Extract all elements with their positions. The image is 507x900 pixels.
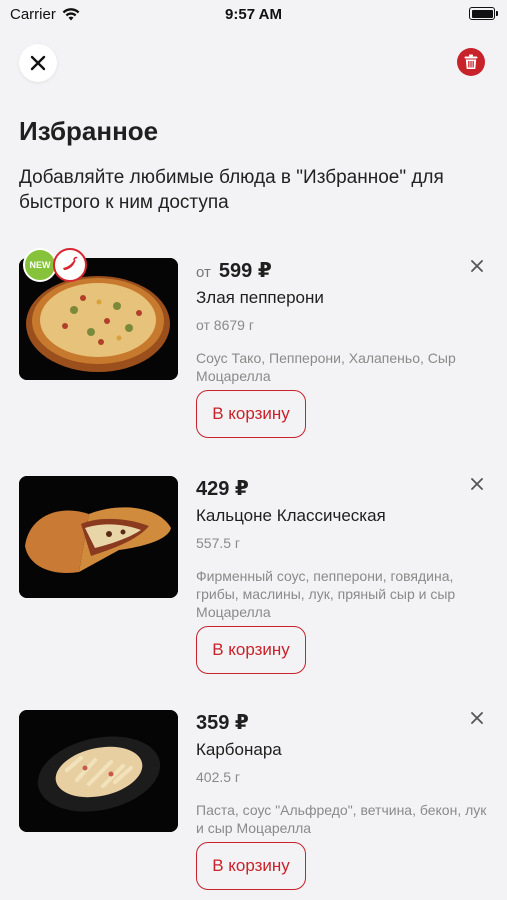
page-subtitle: Добавляйте любимые блюда в "Избранное" д… — [19, 167, 444, 213]
remove-favorite-button[interactable] — [465, 254, 489, 278]
calzone-illustration — [19, 476, 178, 598]
product-price: 359 ₽ — [196, 712, 249, 734]
remove-favorite-button[interactable] — [465, 706, 489, 730]
spicy-badge — [53, 248, 87, 282]
clear-favorites-button[interactable] — [457, 48, 485, 76]
favorite-item: 359 ₽ Карбонара 402.5 г Паста, соус "Аль… — [19, 710, 489, 900]
battery-icon — [469, 7, 498, 20]
product-price: 599 ₽ — [218, 260, 272, 282]
trash-icon — [464, 54, 478, 69]
add-to-cart-button[interactable]: В корзину — [196, 842, 306, 890]
product-weight: 557.5 г — [196, 535, 241, 551]
product-weight: от 8679 г — [196, 317, 254, 333]
status-time: 9:57 AM — [225, 6, 282, 23]
pasta-image[interactable] — [19, 710, 178, 832]
close-icon — [471, 478, 483, 490]
add-to-cart-button[interactable]: В корзину — [196, 626, 306, 674]
product-name[interactable]: Карбонара — [196, 740, 486, 760]
close-icon — [471, 260, 483, 272]
product-description: Соус Тако, Пепперони, Халапеньо, Сыр Моц… — [196, 350, 456, 384]
product-name[interactable]: Кальцоне Классическая — [196, 506, 486, 526]
chili-icon — [63, 256, 78, 270]
product-name[interactable]: Злая пепперони — [196, 288, 486, 308]
pasta-illustration — [19, 710, 178, 832]
product-price: 429 ₽ — [196, 478, 249, 500]
page-title: Избранное — [19, 116, 159, 146]
favorite-item: 429 ₽ Кальцоне Классическая 557.5 г Фирм… — [19, 476, 489, 696]
status-bar: Carrier 9:57 AM — [0, 0, 507, 30]
new-badge: NEW — [23, 248, 57, 282]
calzone-image[interactable] — [19, 476, 178, 598]
product-description: Фирменный соус, пепперони, говядина, гри… — [196, 568, 456, 620]
remove-favorite-button[interactable] — [465, 472, 489, 496]
close-icon — [30, 55, 46, 71]
product-weight: 402.5 г — [196, 769, 241, 785]
add-to-cart-button[interactable]: В корзину — [196, 390, 306, 438]
product-description: Паста, соус "Альфредо", ветчина, бекон, … — [196, 802, 487, 836]
favorite-item: NEW от 599 ₽ Злая пепперони от 8679 г Со… — [19, 248, 489, 478]
price-prefix: от — [196, 264, 211, 281]
close-icon — [471, 712, 483, 724]
close-button[interactable] — [19, 44, 57, 82]
